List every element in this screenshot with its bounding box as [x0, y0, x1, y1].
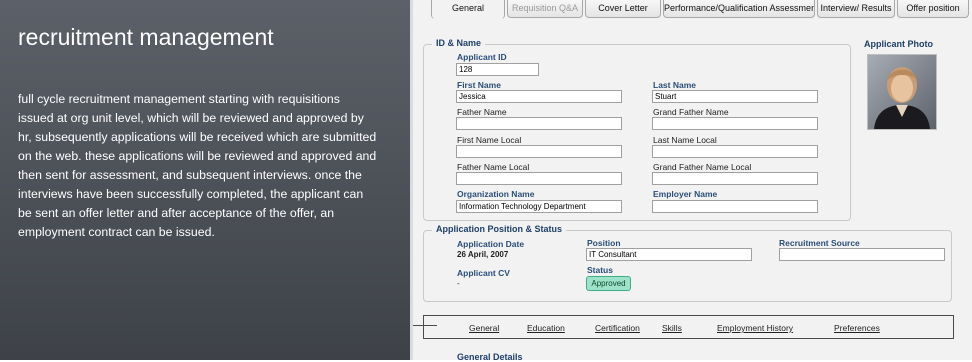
- promo-panel: recruitment management full cycle recrui…: [0, 0, 410, 360]
- subnav-general[interactable]: General: [469, 323, 499, 333]
- position-status-legend: Application Position & Status: [432, 224, 567, 234]
- applicant-cv-value[interactable]: -: [457, 279, 460, 288]
- applicant-id-label: Applicant ID: [457, 52, 507, 62]
- application-date-value: 26 April, 2007: [457, 250, 509, 259]
- father-name-local-field[interactable]: [456, 172, 622, 185]
- applicant-portrait-image: [868, 55, 936, 129]
- father-name-field[interactable]: [456, 117, 622, 130]
- father-name-local-label: Father Name Local: [457, 162, 530, 172]
- general-details-legend: General Details: [457, 352, 523, 362]
- status-badge: Approved: [586, 276, 631, 291]
- grand-father-name-local-field[interactable]: [652, 172, 818, 185]
- application-date-label: Application Date: [457, 239, 525, 249]
- position-label: Position: [587, 238, 621, 248]
- tab-offer-position[interactable]: Offer position: [897, 0, 969, 18]
- employer-name-label: Employer Name: [653, 189, 718, 199]
- grand-father-name-local-label: Grand Father Name Local: [653, 162, 752, 172]
- subnav-education[interactable]: Education: [527, 323, 565, 333]
- recruitment-source-label: Recruitment Source: [779, 238, 860, 248]
- last-name-field[interactable]: Stuart: [652, 90, 818, 103]
- tab-interview-results[interactable]: Interview/ Results: [817, 0, 895, 18]
- id-name-legend: ID & Name: [432, 38, 486, 48]
- applicant-id-field[interactable]: 128: [456, 63, 539, 76]
- subnav-connector-line: [413, 325, 437, 326]
- father-name-label: Father Name: [457, 107, 507, 117]
- last-name-local-label: Last Name Local: [653, 135, 717, 145]
- grand-father-name-field[interactable]: [652, 117, 818, 130]
- promo-title: recruitment management: [18, 24, 274, 50]
- status-label: Status: [587, 265, 613, 275]
- first-name-local-label: First Name Local: [457, 135, 522, 145]
- detail-subnav: General Education Certification Skills E…: [423, 315, 954, 339]
- applicant-photo: [867, 54, 937, 130]
- recruitment-source-field[interactable]: [779, 248, 945, 261]
- applicant-photo-legend: Applicant Photo: [864, 39, 933, 49]
- first-name-local-field[interactable]: [456, 145, 622, 158]
- tab-general[interactable]: General: [431, 0, 505, 19]
- applicant-cv-label: Applicant CV: [457, 268, 510, 278]
- grand-father-name-label: Grand Father Name: [653, 107, 729, 117]
- position-field[interactable]: IT Consultant: [586, 248, 752, 261]
- first-name-label: First Name: [457, 80, 501, 90]
- subnav-employment-history[interactable]: Employment History: [717, 323, 793, 333]
- subnav-certification[interactable]: Certification: [595, 323, 640, 333]
- tab-bar: General Requisition Q&A Cover Letter Per…: [425, 0, 972, 19]
- employer-name-field[interactable]: [652, 200, 818, 213]
- first-name-field[interactable]: Jessica: [456, 90, 622, 103]
- organization-name-label: Organization Name: [457, 189, 535, 199]
- applicant-form-panel: General Requisition Q&A Cover Letter Per…: [413, 0, 972, 362]
- last-name-local-field[interactable]: [652, 145, 818, 158]
- tab-performance-assessment[interactable]: Performance/Qualification Assessment: [663, 0, 815, 18]
- tab-cover-letter[interactable]: Cover Letter: [585, 0, 661, 18]
- tab-requisition-qa[interactable]: Requisition Q&A: [507, 0, 583, 18]
- last-name-label: Last Name: [653, 80, 696, 90]
- organization-name-field[interactable]: Information Technology Department: [456, 200, 622, 213]
- promo-description: full cycle recruitment management starti…: [18, 92, 377, 239]
- subnav-skills[interactable]: Skills: [662, 323, 682, 333]
- subnav-preferences[interactable]: Preferences: [834, 323, 880, 333]
